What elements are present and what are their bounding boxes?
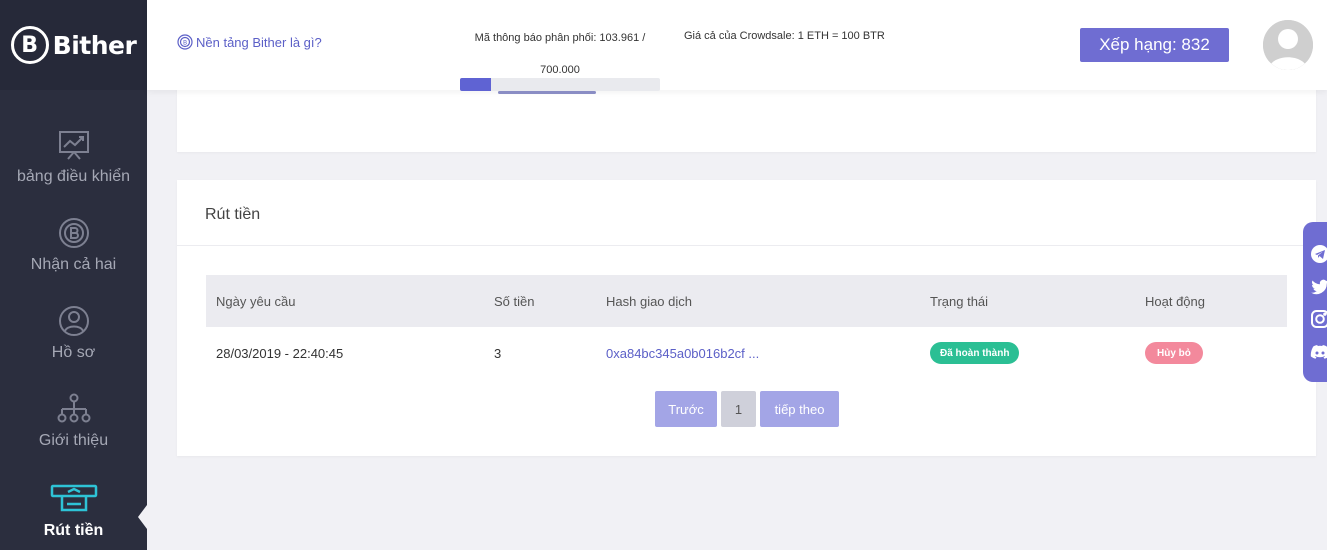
withdraw-title: Rút tiền	[205, 206, 261, 223]
instagram-icon[interactable]	[1310, 309, 1327, 329]
token-distribution-info: Mã thông báo phân phối: 103.961 / 700.00…	[460, 22, 660, 86]
distribution-progress-bar	[460, 78, 660, 94]
telegram-icon[interactable]	[1310, 244, 1327, 264]
column-header-hash: Hash giao dịch	[606, 293, 692, 309]
withdraw-table: Ngày yêu cầu Số tiền Hash giao dịch Trạn…	[206, 275, 1287, 379]
sidebar-item-label: Giới thiệu	[38, 432, 109, 449]
referral-tree-icon	[57, 393, 90, 423]
user-icon	[58, 306, 89, 336]
sidebar-item-referral[interactable]: Giới thiệu	[0, 382, 147, 470]
logo-mark: B	[10, 26, 49, 64]
column-header-action: Hoạt động	[1145, 293, 1205, 309]
withdraw-card: Rút tiền Ngày yêu cầu Số tiền Hash giao …	[177, 180, 1316, 456]
sidebar-item-label: Nhận cả hai	[30, 256, 117, 273]
sidebar-item-earn[interactable]: Nhận cả hai	[0, 206, 147, 294]
row-date: 28/03/2019 - 22:40:45	[216, 345, 344, 361]
logo-text: Bither	[52, 30, 137, 60]
column-header-date: Ngày yêu cầu	[216, 293, 296, 309]
crowdsale-price: Giá cả của Crowdsale: 1 ETH = 100 BTR	[684, 30, 885, 42]
sidebar-item-withdraw[interactable]: Rút tiền	[0, 472, 147, 550]
divider	[177, 245, 1316, 246]
progress-tooltip-shadow	[498, 91, 596, 94]
sidebar-item-label: bảng điều khiển	[17, 168, 130, 185]
token-distribution-line1: Mã thông báo phân phối: 103.961 /	[474, 32, 646, 44]
coin-icon	[58, 218, 89, 248]
summary-card	[177, 88, 1316, 152]
coin-info-icon: B	[177, 34, 193, 50]
table-header: Ngày yêu cầu Số tiền Hash giao dịch Trạn…	[206, 275, 1287, 327]
row-status: Đã hoàn thành	[930, 327, 1020, 379]
avatar[interactable]	[1263, 20, 1313, 70]
active-indicator	[138, 505, 147, 529]
logo[interactable]: B Bither	[0, 0, 147, 90]
pagination-page-1[interactable]: 1	[721, 391, 756, 427]
top-header: B Nền tảng Bither là gì? Mã thông báo ph…	[147, 0, 1327, 94]
svg-text:B: B	[183, 40, 187, 47]
row-amount: 3	[494, 345, 502, 361]
pagination-next-button[interactable]: tiếp theo	[760, 391, 839, 427]
column-header-amount: Số tiền	[494, 293, 535, 309]
discord-icon[interactable]	[1310, 342, 1327, 362]
table-row: 28/03/2019 - 22:40:45 3 0xa84bc345a0b016…	[206, 327, 1287, 379]
user-avatar-icon	[1263, 20, 1313, 70]
social-bar	[1303, 222, 1327, 382]
withdraw-icon	[50, 484, 97, 512]
status-badge: Đã hoàn thành	[930, 342, 1020, 364]
sidebar-item-label: Rút tiền	[43, 522, 104, 539]
distribution-progress-fill	[460, 78, 491, 91]
sidebar-item-dashboard[interactable]: bảng điều khiển	[0, 118, 147, 206]
sidebar-item-label: Hồ sơ	[51, 344, 96, 361]
row-action: Hủy bỏ	[1145, 327, 1203, 379]
dashboard-chart-icon	[58, 131, 89, 160]
cancel-button[interactable]: Hủy bỏ	[1145, 342, 1203, 364]
what-is-bither-label: Nền tảng Bither là gì?	[196, 34, 322, 50]
column-header-status: Trạng thái	[930, 293, 989, 309]
rank-button[interactable]: Xếp hạng: 832	[1080, 28, 1229, 62]
row-hash-link[interactable]: 0xa84bc345a0b016b2cf ...	[606, 327, 759, 379]
pagination-prev-button[interactable]: Trước	[655, 391, 717, 427]
what-is-bither-link[interactable]: B Nền tảng Bither là gì?	[177, 34, 322, 50]
sidebar-item-profile[interactable]: Hồ sơ	[0, 294, 147, 382]
twitter-icon[interactable]	[1310, 277, 1327, 297]
pagination: Trước 1 tiếp theo	[655, 391, 839, 427]
sidebar: B Bither bảng điều khiển Nhận cả hai Hồ …	[0, 0, 147, 550]
